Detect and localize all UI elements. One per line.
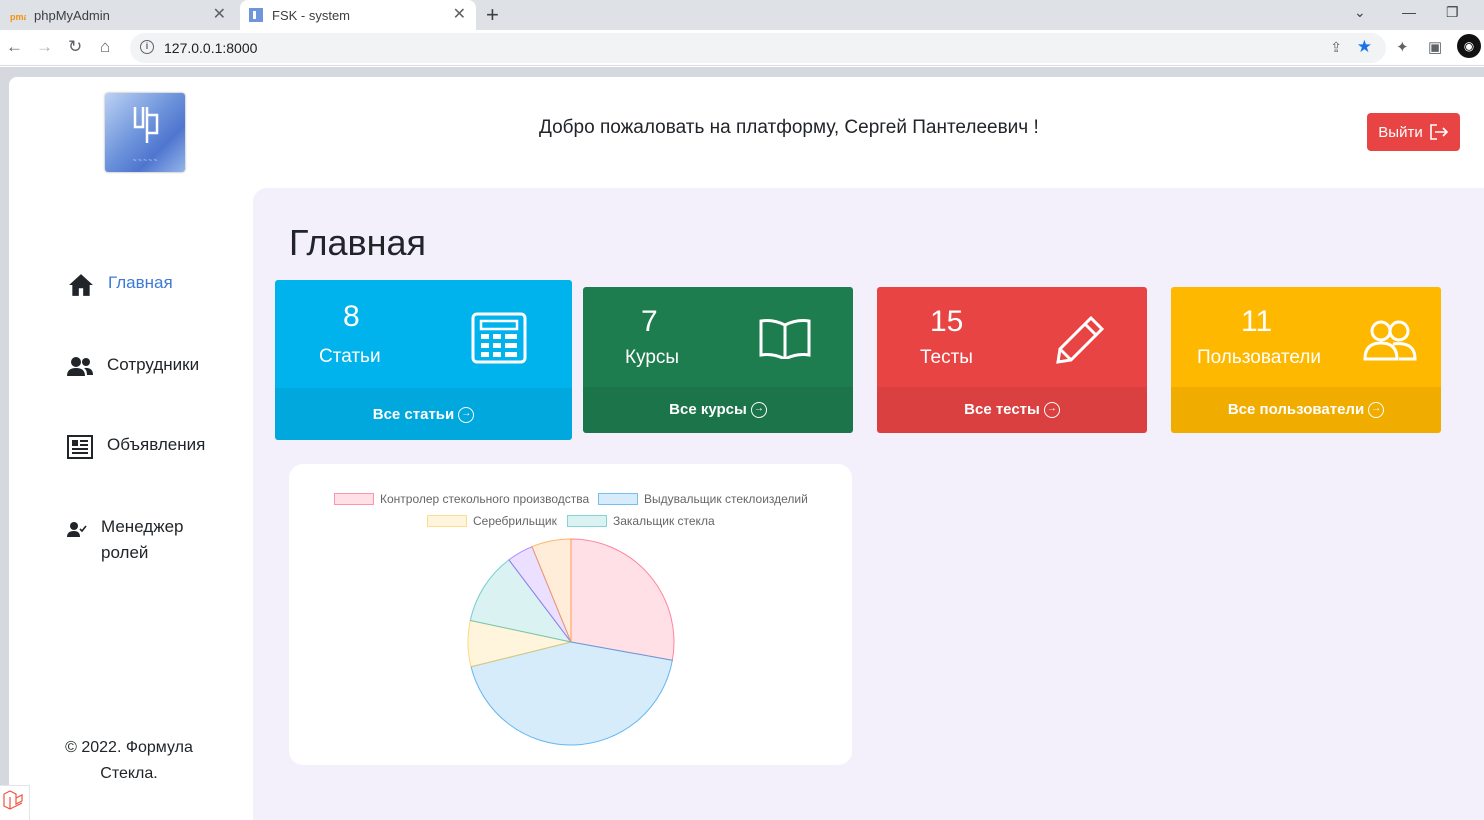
sidebar-item-label: Сотрудники: [107, 355, 200, 374]
logo-caption: ~ ~ ~ ~ ~: [132, 158, 158, 164]
card-count: 15: [930, 305, 964, 338]
tab-search-icon[interactable]: ⌄: [1354, 4, 1366, 21]
logout-icon: [1429, 124, 1448, 140]
all-courses-link[interactable]: Все курсы →: [583, 401, 853, 418]
sidebar-item-label-line2: ролей: [101, 543, 149, 562]
new-tab-icon[interactable]: +: [486, 2, 499, 28]
card-count: 11: [1241, 305, 1273, 338]
page-title: Главная: [289, 222, 427, 263]
restore-icon[interactable]: ❐: [1446, 4, 1459, 21]
card-label: Статьи: [319, 346, 381, 367]
people-icon: [1363, 320, 1417, 361]
user-check-icon: [67, 522, 87, 537]
minimize-icon[interactable]: —: [1402, 4, 1416, 20]
fsk-favicon-icon: [249, 8, 263, 22]
side-panel-icon[interactable]: ▣: [1428, 38, 1442, 56]
pencil-icon: [1056, 315, 1105, 364]
chart-card: Контролер стекольного производства Выдув…: [289, 464, 852, 765]
calculator-icon: [471, 312, 527, 364]
users-icon: [67, 357, 93, 376]
pie-chart: [467, 538, 675, 746]
url-text[interactable]: 127.0.0.1:8000: [164, 40, 257, 56]
browser-tab-phpmyadmin[interactable]: pma phpMyAdmin ✕: [0, 0, 236, 30]
home-icon: [69, 274, 93, 296]
logo-mark-icon: [133, 107, 159, 143]
laravel-logo-icon: [3, 790, 23, 810]
book-icon: [759, 319, 811, 359]
browser-tab-bar: pma phpMyAdmin ✕ FSK - system ✕ + ⌄ — ❐: [0, 0, 1484, 30]
arrow-circle-right-icon: →: [750, 401, 767, 418]
all-tests-link[interactable]: Все тесты →: [877, 401, 1147, 418]
sidebar-item-label: Объявления: [107, 435, 206, 454]
reload-icon[interactable]: ↻: [68, 38, 82, 56]
sidebar-item-home[interactable]: Главная: [68, 273, 173, 297]
arrow-circle-right-icon: →: [458, 406, 475, 423]
logout-label: Выйти: [1378, 123, 1423, 141]
arrow-circle-right-icon: →: [1043, 401, 1060, 418]
tab-title: phpMyAdmin: [34, 7, 110, 23]
phpmyadmin-favicon-icon: pma: [10, 12, 26, 22]
sidebar-item-employees[interactable]: Сотрудники: [67, 355, 199, 379]
page-background: ~ ~ ~ ~ ~ Добро пожаловать на платформу,…: [0, 67, 1484, 820]
sidebar-item-announcements[interactable]: Объявления: [67, 435, 205, 459]
app-page: ~ ~ ~ ~ ~ Добро пожаловать на платформу,…: [9, 77, 1484, 820]
card-label: Курсы: [625, 347, 680, 368]
close-tab-icon[interactable]: ✕: [453, 7, 466, 23]
bookmark-star-icon[interactable]: ★: [1357, 37, 1372, 57]
address-bar[interactable]: i 127.0.0.1:8000 ⇪ ★: [130, 33, 1386, 63]
logo[interactable]: ~ ~ ~ ~ ~: [105, 93, 185, 172]
card-count: 8: [343, 300, 360, 333]
extensions-icon[interactable]: ✦: [1396, 38, 1409, 56]
card-count: 7: [641, 305, 658, 338]
copyright-footer: © 2022. Формула Стекла.: [59, 735, 199, 787]
sidebar-item-label-line1: Менеджер: [101, 517, 184, 536]
card-link-label: Все курсы: [669, 401, 747, 418]
share-icon[interactable]: ⇪: [1330, 39, 1342, 56]
card-label: Тесты: [920, 347, 973, 368]
sidebar-item-label: Менеджер ролей: [101, 514, 183, 566]
tab-title: FSK - system: [272, 7, 351, 23]
back-icon[interactable]: ←: [6, 38, 23, 56]
card-link-label: Все статьи: [372, 406, 455, 423]
arrow-circle-right-icon: →: [1368, 401, 1385, 418]
profile-avatar[interactable]: ◉: [1457, 34, 1481, 58]
main-content: Главная 8 Статьи Все статьи → 7 Курсы Вс…: [253, 188, 1484, 820]
svg-text:pma: pma: [10, 12, 26, 22]
stat-card-courses: 7 Курсы Все курсы →: [583, 287, 853, 433]
logout-button[interactable]: Выйти: [1367, 113, 1460, 151]
sidebar-item-role-manager[interactable]: Менеджер ролей: [67, 517, 183, 566]
all-users-link[interactable]: Все пользователи →: [1171, 401, 1441, 418]
browser-toolbar: ← → ↻ ⌂ i 127.0.0.1:8000 ⇪ ★ ✦ ▣ ◉: [0, 30, 1484, 66]
laravel-debug-icon[interactable]: [0, 785, 30, 820]
pie-slice[interactable]: [570, 538, 675, 661]
stat-card-users: 11 Пользователи Все пользователи →: [1171, 287, 1441, 433]
card-link-label: Все пользователи: [1227, 401, 1365, 418]
site-info-icon[interactable]: i: [140, 40, 154, 54]
all-articles-link[interactable]: Все статьи →: [275, 406, 572, 423]
newspaper-icon: [67, 435, 93, 459]
card-label: Пользователи: [1197, 347, 1322, 368]
browser-tab-fsk[interactable]: FSK - system ✕: [240, 0, 476, 30]
welcome-message: Добро пожаловать на платформу, Сергей Па…: [539, 117, 1039, 138]
stat-card-articles: 8 Статьи Все статьи →: [275, 280, 572, 440]
footer-line1: © 2022. Формула: [65, 739, 193, 756]
home-page-icon[interactable]: ⌂: [100, 38, 110, 56]
stat-card-tests: 15 Тесты Все тесты →: [877, 287, 1147, 433]
close-tab-icon[interactable]: ✕: [213, 7, 226, 23]
footer-line2: Стекла.: [100, 765, 158, 782]
forward-icon[interactable]: →: [36, 38, 53, 56]
sidebar-item-label: Главная: [108, 273, 173, 292]
card-link-label: Все тесты: [964, 401, 1040, 418]
